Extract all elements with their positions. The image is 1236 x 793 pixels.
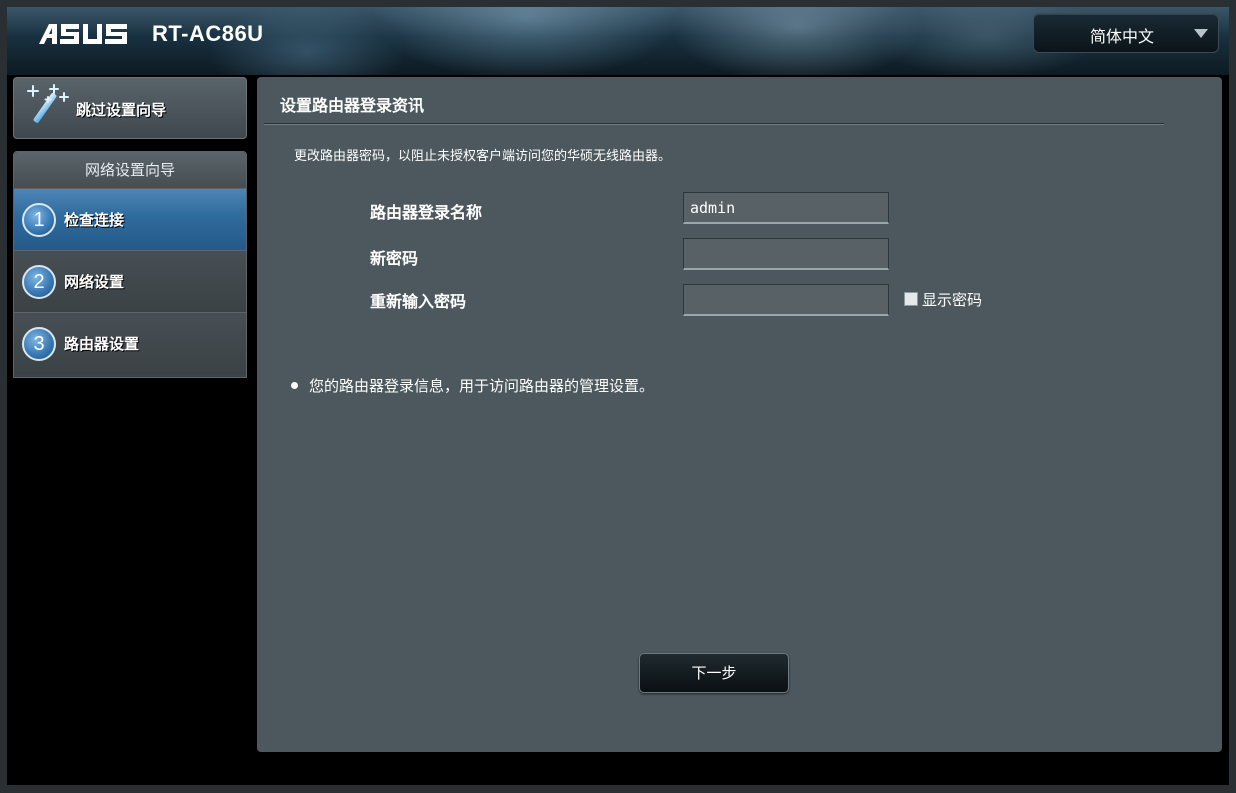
- main-content: 设置路由器登录资讯 更改路由器密码，以阻止未授权客户端访问您的华硕无线路由器。 …: [257, 77, 1222, 752]
- language-selected: 简体中文: [1089, 27, 1154, 46]
- page-title: 设置路由器登录资讯: [280, 96, 425, 115]
- chevron-down-icon: [1194, 29, 1208, 38]
- header: RT-AC86U 简体中文: [7, 7, 1229, 75]
- username-label: 路由器登录名称: [370, 203, 483, 222]
- asus-logo: [39, 24, 127, 44]
- step-number-badge: 1: [22, 203, 56, 237]
- bullet-icon: [291, 382, 298, 389]
- confirm-password-input[interactable]: [683, 284, 889, 316]
- show-password-checkbox[interactable]: [904, 292, 918, 306]
- confirm-password-label: 重新输入密码: [370, 292, 467, 311]
- login-info-note-text: 您的路由器登录信息，用于访问路由器的管理设置。: [309, 377, 655, 395]
- username-input[interactable]: [683, 192, 889, 224]
- new-password-input[interactable]: [683, 238, 889, 270]
- login-info-note: 您的路由器登录信息，用于访问路由器的管理设置。: [291, 373, 679, 399]
- app-frame: RT-AC86U 简体中文 跳过设置向导 网络设置向导 1 检查连接 2 网络设…: [7, 7, 1229, 785]
- title-divider: [264, 123, 1164, 125]
- page-description: 更改路由器密码，以阻止未授权客户端访问您的华硕无线路由器。: [294, 149, 672, 164]
- step-number-badge: 2: [22, 265, 56, 299]
- step-check-connection[interactable]: 1 检查连接: [14, 188, 246, 250]
- step-label: 检查连接: [64, 211, 125, 229]
- router-model: RT-AC86U: [152, 21, 264, 46]
- wizard-steps-panel: 网络设置向导 1 检查连接 2 网络设置 3 路由器设置: [13, 151, 247, 378]
- step-router-settings[interactable]: 3 路由器设置: [14, 312, 246, 374]
- show-password-toggle[interactable]: 显示密码: [904, 289, 982, 310]
- wizard-title: 网络设置向导: [14, 152, 246, 188]
- new-password-label: 新密码: [370, 249, 419, 268]
- skip-wizard-label: 跳过设置向导: [76, 101, 167, 119]
- skip-wizard-button[interactable]: 跳过设置向导: [13, 77, 247, 139]
- show-password-label: 显示密码: [922, 291, 983, 309]
- language-select[interactable]: 简体中文: [1033, 13, 1219, 53]
- step-network-settings[interactable]: 2 网络设置: [14, 250, 246, 312]
- step-label: 网络设置: [64, 273, 125, 291]
- step-label: 路由器设置: [64, 335, 140, 353]
- step-number-badge: 3: [22, 327, 56, 361]
- magic-wand-icon: [27, 84, 69, 123]
- next-button[interactable]: 下一步: [639, 653, 789, 693]
